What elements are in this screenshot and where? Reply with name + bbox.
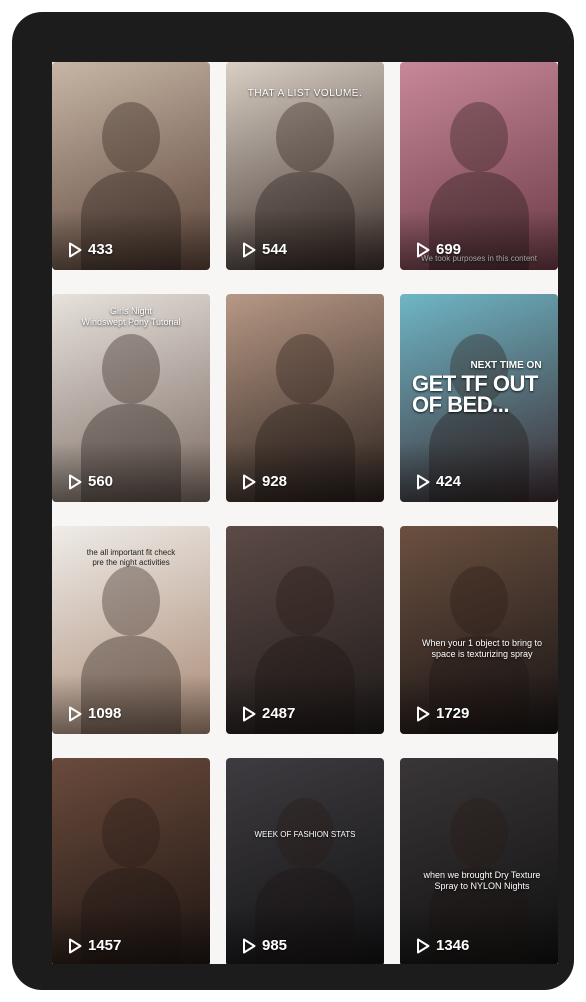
view-count: 1457 xyxy=(68,937,121,954)
view-count-number: 699 xyxy=(436,241,462,258)
video-tile[interactable]: the all important fit check pre the nigh… xyxy=(52,526,210,734)
video-tile[interactable]: 433 xyxy=(52,62,210,270)
view-count-number: 560 xyxy=(88,473,114,490)
view-count: 928 xyxy=(242,473,287,490)
play-icon xyxy=(242,474,256,490)
play-icon xyxy=(416,474,430,490)
bottom-gradient xyxy=(52,906,210,964)
view-count: 1098 xyxy=(68,705,121,722)
video-tile[interactable]: We took purposes in this content699 xyxy=(400,62,558,270)
bottom-gradient xyxy=(400,906,558,964)
video-tile[interactable]: WEEK OF FASHION STATS 985 xyxy=(226,758,384,964)
person-silhouette xyxy=(450,102,508,172)
person-silhouette xyxy=(276,102,334,172)
video-caption: the all important fit check pre the nigh… xyxy=(86,548,176,567)
view-count-number: 2487 xyxy=(262,705,296,722)
person-silhouette xyxy=(102,334,160,404)
video-headline: GET TF OUT OF BED... xyxy=(412,371,538,417)
play-icon xyxy=(242,242,256,258)
bottom-gradient xyxy=(52,442,210,502)
video-tile[interactable]: 2487 xyxy=(226,526,384,734)
view-count-number: 1457 xyxy=(88,937,122,954)
bottom-gradient xyxy=(400,442,558,502)
video-tile[interactable]: NEXT TIME ON GET TF OUT OF BED... 424 xyxy=(400,294,558,502)
phone-frame: 433 THAT A LIST VOLUME. 544 We took purpose… xyxy=(12,12,574,990)
view-count-number: 985 xyxy=(262,937,288,954)
person-silhouette xyxy=(102,102,160,172)
view-count-number: 544 xyxy=(262,241,288,258)
view-count: 985 xyxy=(242,937,287,954)
bottom-gradient xyxy=(226,674,384,734)
play-icon xyxy=(416,242,430,258)
person-silhouette xyxy=(102,798,160,868)
play-icon xyxy=(68,938,82,954)
view-count: 433 xyxy=(68,241,113,258)
video-tile[interactable]: THAT A LIST VOLUME. 544 xyxy=(226,62,384,270)
view-count: 699 xyxy=(416,241,461,258)
play-icon xyxy=(416,938,430,954)
video-tile[interactable]: Girls Night Windswept Pony Tutorial 560 xyxy=(52,294,210,502)
video-caption: THAT A LIST VOLUME. xyxy=(247,88,363,99)
bottom-gradient xyxy=(226,442,384,502)
play-icon xyxy=(242,938,256,954)
play-icon xyxy=(416,706,430,722)
bottom-gradient xyxy=(226,210,384,270)
video-tile[interactable]: 1457 xyxy=(52,758,210,964)
view-count-number: 433 xyxy=(88,241,114,258)
person-silhouette xyxy=(450,566,508,636)
video-caption: When your 1 object to bring to space is … xyxy=(421,638,543,659)
view-count: 1729 xyxy=(416,705,469,722)
view-count-number: 928 xyxy=(262,473,288,490)
play-icon xyxy=(68,242,82,258)
video-grid: 433 THAT A LIST VOLUME. 544 We took purpose… xyxy=(52,62,558,964)
person-silhouette xyxy=(276,334,334,404)
video-caption: when we brought Dry Texture Spray to NYL… xyxy=(423,870,541,891)
view-count-number: 424 xyxy=(436,473,462,490)
view-count-number: 1729 xyxy=(436,705,470,722)
view-count-number: 1346 xyxy=(436,937,470,954)
play-icon xyxy=(68,706,82,722)
play-icon xyxy=(68,474,82,490)
video-tile[interactable]: when we brought Dry Texture Spray to NYL… xyxy=(400,758,558,964)
person-silhouette xyxy=(450,798,508,868)
view-count: 1346 xyxy=(416,937,469,954)
play-icon xyxy=(242,706,256,722)
view-count: 2487 xyxy=(242,705,295,722)
video-tile[interactable]: When your 1 object to bring to space is … xyxy=(400,526,558,734)
bottom-gradient xyxy=(400,210,558,270)
bottom-gradient xyxy=(400,674,558,734)
view-count: 560 xyxy=(68,473,113,490)
video-caption: WEEK OF FASHION STATS xyxy=(254,830,356,839)
bottom-gradient xyxy=(52,210,210,270)
video-tile[interactable]: 928 xyxy=(226,294,384,502)
person-silhouette xyxy=(102,566,160,636)
bottom-gradient xyxy=(226,906,384,964)
view-count: 424 xyxy=(416,473,461,490)
person-silhouette xyxy=(276,566,334,636)
bottom-gradient xyxy=(52,674,210,734)
view-count-number: 1098 xyxy=(88,705,122,722)
video-caption: Girls Night Windswept Pony Tutorial xyxy=(81,306,181,327)
view-count: 544 xyxy=(242,241,287,258)
